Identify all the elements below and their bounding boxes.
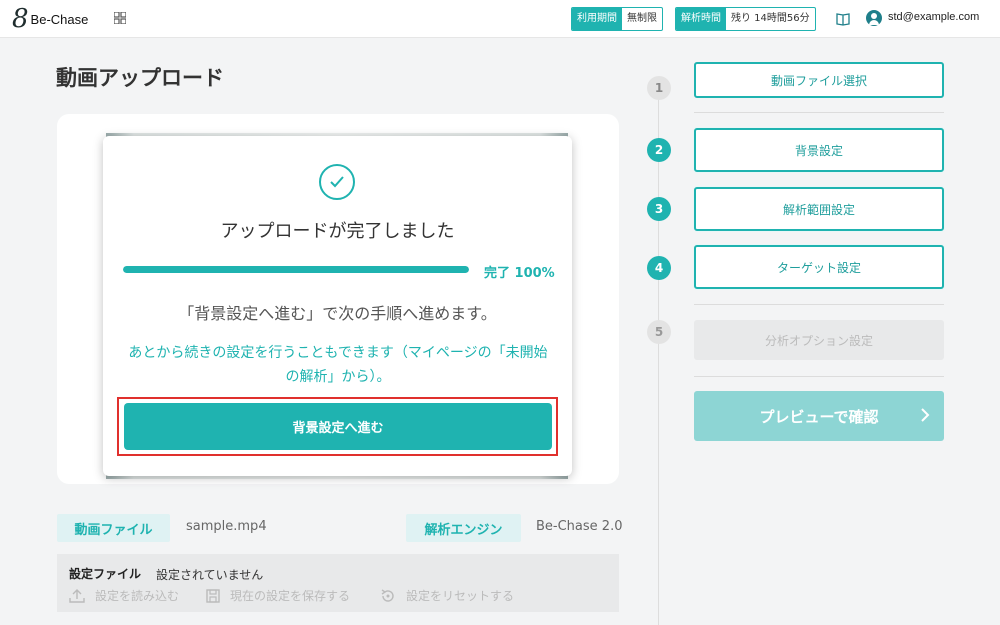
step-video-select-button[interactable]: 動画ファイル選択 <box>694 62 944 98</box>
analysis-time-label: 解析時間 <box>676 8 726 30</box>
save-disk-icon <box>206 588 220 603</box>
reset-settings-label: 設定をリセットする <box>406 589 515 603</box>
grid-menu-icon[interactable] <box>114 12 126 24</box>
logo-mark: 8 <box>12 4 29 34</box>
usage-period-badge: 利用期間 無制限 <box>571 7 663 31</box>
settings-file-label: 設定ファイル <box>69 567 142 581</box>
manual-book-icon[interactable] <box>836 12 850 26</box>
load-settings-button[interactable]: 設定を読み込む <box>69 587 179 604</box>
step-divider <box>694 304 944 305</box>
usage-period-label: 利用期間 <box>572 8 622 30</box>
reset-icon <box>381 588 394 602</box>
analysis-time-value: 残り 14時間56分 <box>731 13 810 24</box>
step-divider <box>694 376 944 377</box>
dialog-title: アップロードが完了しました <box>220 221 455 242</box>
video-file-value: sample.mp4 <box>186 519 267 534</box>
top-header: 8 Be-Chase 利用期間 無制限 解析時間 残り 14時間56分 std@… <box>0 0 1000 38</box>
steps-connector-line <box>658 90 659 625</box>
upload-progress-bar <box>123 266 469 273</box>
user-avatar-icon[interactable] <box>866 10 882 26</box>
check-circle-icon <box>319 164 355 200</box>
step-analysis-range-button[interactable]: 解析範囲設定 <box>694 187 944 231</box>
usage-period-value: 無制限 <box>627 13 657 24</box>
engine-label: 解析エンジン <box>406 514 521 542</box>
logo[interactable]: 8 Be-Chase <box>12 6 88 32</box>
chevron-right-icon <box>921 408 930 422</box>
save-settings-button[interactable]: 現在の設定を保存する <box>206 587 350 604</box>
upload-progress-fill <box>123 266 469 273</box>
reset-settings-button[interactable]: 設定をリセットする <box>380 587 514 604</box>
save-settings-label: 現在の設定を保存する <box>230 589 351 603</box>
step-background-button[interactable]: 背景設定 <box>694 128 944 172</box>
step-divider <box>694 112 944 113</box>
engine-value: Be-Chase 2.0 <box>536 519 623 534</box>
step-number-1: 1 <box>647 76 671 100</box>
video-file-label: 動画ファイル <box>57 514 170 542</box>
upload-icon <box>69 588 85 603</box>
step-number-4: 4 <box>647 256 671 280</box>
progress-label: 完了 100% <box>484 266 555 281</box>
step-target-button[interactable]: ターゲット設定 <box>694 245 944 289</box>
load-settings-label: 設定を読み込む <box>95 589 180 603</box>
user-email[interactable]: std@example.com <box>888 11 979 23</box>
step-analysis-options-button[interactable]: 分析オプション設定 <box>694 320 944 360</box>
next-step-text: 「背景設定へ進む」で次の手順へ進めます。 <box>178 304 497 323</box>
later-hint-text: あとから続きの設定を行うこともできます（マイページの「未開始の解析」から）。 <box>128 345 548 385</box>
preview-confirm-label: プレビューで確認 <box>759 407 879 426</box>
analysis-time-badge: 解析時間 残り 14時間56分 <box>675 7 816 31</box>
settings-file-value: 設定されていません <box>156 568 264 582</box>
step-number-5: 5 <box>647 320 671 344</box>
page-title: 動画アップロード <box>56 66 224 90</box>
logo-text: Be-Chase <box>30 11 89 27</box>
highlight-outline <box>117 397 558 456</box>
step-number-3: 3 <box>647 197 671 221</box>
step-number-2: 2 <box>647 138 671 162</box>
preview-confirm-button[interactable]: プレビューで確認 <box>694 391 944 441</box>
